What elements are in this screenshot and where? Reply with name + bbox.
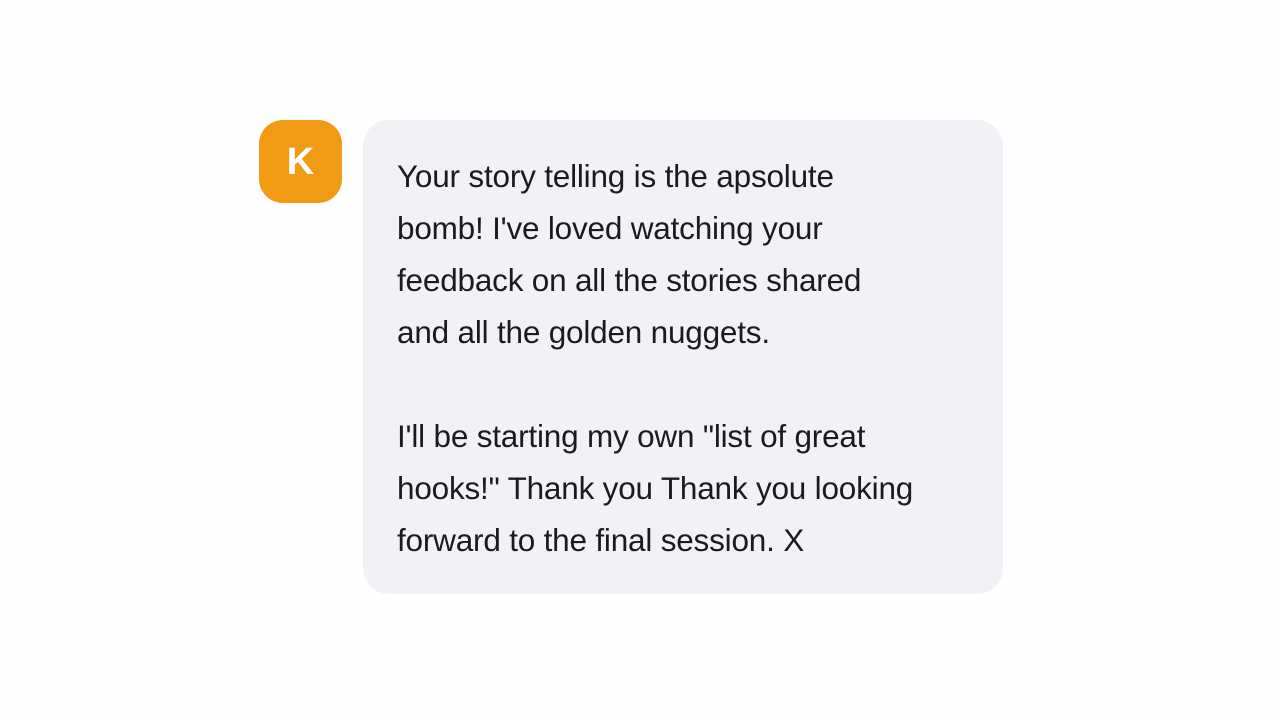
message-line: bomb! I've loved watching your bbox=[397, 210, 823, 246]
message-line: forward to the final session. X bbox=[397, 522, 805, 558]
message-paragraph: Your story telling is the apsolute bomb!… bbox=[397, 150, 973, 358]
message-bubble: Your story telling is the apsolute bomb!… bbox=[363, 120, 1003, 594]
message-line: and all the golden nuggets. bbox=[397, 314, 770, 350]
message-line: Your story telling is the apsolute bbox=[397, 158, 834, 194]
avatar: K bbox=[259, 120, 342, 203]
message-line: feedback on all the stories shared bbox=[397, 262, 862, 298]
message-paragraph: I'll be starting my own "list of great h… bbox=[397, 410, 973, 566]
avatar-initial: K bbox=[286, 140, 315, 183]
message-line: I'll be starting my own "list of great bbox=[397, 418, 866, 454]
message-line: hooks!" Thank you Thank you looking bbox=[397, 470, 914, 506]
chat-message: K Your story telling is the apsolute bom… bbox=[0, 0, 1280, 720]
